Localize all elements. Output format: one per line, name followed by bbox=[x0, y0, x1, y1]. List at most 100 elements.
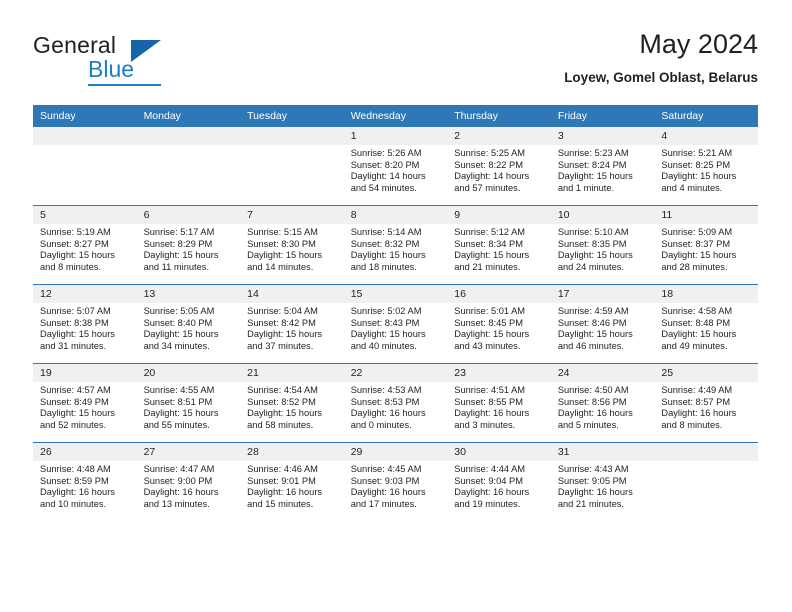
sunrise-text: Sunrise: 4:53 AM bbox=[350, 385, 422, 395]
sunset-text: Sunset: 8:32 PM bbox=[350, 238, 420, 249]
daylight-text-line1: Daylight: 16 hours bbox=[40, 487, 115, 498]
sunrise-text: Sunrise: 5:26 AM bbox=[350, 148, 422, 158]
calendar-day-cell[interactable]: 27 Sunrise: 4:47 AM Sunset: 9:00 PM Dayligh… bbox=[136, 442, 241, 521]
calendar-body: 1 Sunrise: 5:26 AM Sunset: 8:20 PM Daylight… bbox=[33, 127, 758, 521]
day-details: Sunrise: 4:59 AM Sunset: 8:46 PM Daylight:… bbox=[551, 303, 655, 352]
calendar-day-cell[interactable]: 31 Sunrise: 4:43 AM Sunset: 9:05 PM Dayligh… bbox=[550, 442, 655, 521]
calendar-day-cell[interactable]: 7 Sunrise: 5:15 AM Sunset: 8:30 PM Daylight… bbox=[240, 205, 344, 285]
day-details: Sunrise: 5:21 AM Sunset: 8:25 PM Daylight:… bbox=[654, 145, 758, 194]
sunrise-text: Sunrise: 4:58 AM bbox=[661, 306, 733, 316]
calendar-day-cell[interactable]: 30 Sunrise: 4:44 AM Sunset: 9:04 PM Dayligh… bbox=[447, 442, 551, 521]
calendar-day-cell[interactable]: 14 Sunrise: 5:04 AM Sunset: 8:42 PM Dayligh… bbox=[240, 284, 344, 364]
calendar-day-cell[interactable]: 13 Sunrise: 5:05 AM Sunset: 8:40 PM Dayligh… bbox=[136, 284, 241, 364]
calendar-day-cell[interactable]: 11 Sunrise: 5:09 AM Sunset: 8:37 PM Dayligh… bbox=[654, 205, 758, 285]
title-block: May 2024 Loyew, Gomel Oblast, Belarus bbox=[564, 28, 758, 86]
day-number: 18 bbox=[654, 285, 758, 303]
calendar-day-cell[interactable]: 18 Sunrise: 4:58 AM Sunset: 8:48 PM Dayligh… bbox=[654, 284, 758, 364]
daylight-text-line2: and 55 minutes. bbox=[143, 419, 210, 430]
daylight-text-line1: Daylight: 16 hours bbox=[454, 408, 530, 419]
calendar-week-row: 19 Sunrise: 4:57 AM Sunset: 8:49 PM Dayligh… bbox=[33, 363, 758, 443]
daylight-text-line1: Daylight: 15 hours bbox=[143, 408, 219, 419]
day-details: Sunrise: 4:53 AM Sunset: 8:53 PM Daylight:… bbox=[344, 382, 448, 431]
sunset-text: Sunset: 8:30 PM bbox=[247, 238, 316, 249]
day-number: 10 bbox=[550, 206, 655, 224]
daylight-text-line2: and 11 minutes. bbox=[143, 261, 210, 272]
day-details: Sunrise: 5:14 AM Sunset: 8:32 PM Daylight:… bbox=[344, 224, 448, 273]
calendar-day-cell[interactable]: 21 Sunrise: 4:54 AM Sunset: 8:52 PM Dayligh… bbox=[240, 363, 344, 443]
calendar-day-cell[interactable]: 2 Sunrise: 5:25 AM Sunset: 8:22 PM Daylight… bbox=[447, 127, 551, 206]
calendar-day-cell-empty bbox=[654, 442, 758, 521]
calendar-day-cell[interactable]: 24 Sunrise: 4:50 AM Sunset: 8:56 PM Dayligh… bbox=[550, 363, 655, 443]
sunset-text: Sunset: 9:03 PM bbox=[350, 475, 420, 486]
day-number: 8 bbox=[343, 206, 448, 224]
calendar-day-cell[interactable]: 22 Sunrise: 4:53 AM Sunset: 8:53 PM Dayligh… bbox=[343, 363, 448, 443]
calendar-week-row: 1 Sunrise: 5:26 AM Sunset: 8:20 PM Daylight… bbox=[33, 127, 758, 206]
sunset-text: Sunset: 8:52 PM bbox=[247, 396, 316, 407]
calendar-day-cell[interactable]: 19 Sunrise: 4:57 AM Sunset: 8:49 PM Dayligh… bbox=[33, 363, 137, 443]
sunset-text: Sunset: 8:43 PM bbox=[350, 317, 420, 328]
daylight-text-line2: and 0 minutes. bbox=[350, 419, 412, 430]
day-details: Sunrise: 4:46 AM Sunset: 9:01 PM Daylight:… bbox=[240, 461, 344, 510]
calendar-day-cell[interactable]: 26 Sunrise: 4:48 AM Sunset: 8:59 PM Dayligh… bbox=[33, 442, 137, 521]
calendar-day-cell[interactable]: 25 Sunrise: 4:49 AM Sunset: 8:57 PM Dayligh… bbox=[654, 363, 758, 443]
daylight-text-line2: and 34 minutes. bbox=[143, 340, 210, 351]
calendar-week-row: 5 Sunrise: 5:19 AM Sunset: 8:27 PM Daylight… bbox=[33, 205, 758, 285]
calendar-page: General Blue May 2024 Loyew, Gomel Oblas… bbox=[0, 0, 792, 612]
day-number: 1 bbox=[343, 127, 448, 145]
daylight-text-line1: Daylight: 14 hours bbox=[454, 171, 530, 182]
sunrise-text: Sunrise: 4:55 AM bbox=[143, 385, 215, 395]
calendar-day-cell[interactable]: 10 Sunrise: 5:10 AM Sunset: 8:35 PM Dayligh… bbox=[550, 205, 655, 285]
sunset-text: Sunset: 8:51 PM bbox=[143, 396, 213, 407]
daylight-text-line1: Daylight: 15 hours bbox=[454, 329, 530, 340]
sunrise-text: Sunrise: 4:51 AM bbox=[454, 385, 526, 395]
calendar-day-cell[interactable]: 6 Sunrise: 5:17 AM Sunset: 8:29 PM Daylight… bbox=[136, 205, 241, 285]
day-number bbox=[240, 127, 344, 145]
daylight-text-line2: and 21 minutes. bbox=[454, 261, 521, 272]
brand-underline bbox=[88, 84, 161, 86]
day-number: 13 bbox=[136, 285, 241, 303]
daylight-text-line2: and 21 minutes. bbox=[557, 498, 624, 509]
calendar-day-cell[interactable]: 12 Sunrise: 5:07 AM Sunset: 8:38 PM Dayligh… bbox=[33, 284, 137, 364]
sunset-text: Sunset: 8:29 PM bbox=[143, 238, 213, 249]
day-details: Sunrise: 4:54 AM Sunset: 8:52 PM Daylight:… bbox=[240, 382, 344, 431]
page-header: General Blue May 2024 Loyew, Gomel Oblas… bbox=[33, 28, 758, 98]
calendar-day-cell[interactable]: 20 Sunrise: 4:55 AM Sunset: 8:51 PM Dayligh… bbox=[136, 363, 241, 443]
day-number: 7 bbox=[240, 206, 344, 224]
day-number: 9 bbox=[447, 206, 551, 224]
calendar-day-cell[interactable]: 8 Sunrise: 5:14 AM Sunset: 8:32 PM Daylight… bbox=[343, 205, 448, 285]
day-details: Sunrise: 5:04 AM Sunset: 8:42 PM Daylight:… bbox=[240, 303, 344, 352]
calendar-day-cell[interactable]: 5 Sunrise: 5:19 AM Sunset: 8:27 PM Daylight… bbox=[33, 205, 137, 285]
sunrise-text: Sunrise: 4:59 AM bbox=[557, 306, 629, 316]
daylight-text-line2: and 15 minutes. bbox=[247, 498, 314, 509]
calendar-day-cell[interactable]: 3 Sunrise: 5:23 AM Sunset: 8:24 PM Daylight… bbox=[550, 127, 655, 206]
calendar-day-cell[interactable]: 17 Sunrise: 4:59 AM Sunset: 8:46 PM Dayligh… bbox=[550, 284, 655, 364]
calendar-day-cell[interactable]: 1 Sunrise: 5:26 AM Sunset: 8:20 PM Daylight… bbox=[343, 127, 448, 206]
calendar-day-cell[interactable]: 28 Sunrise: 4:46 AM Sunset: 9:01 PM Dayligh… bbox=[240, 442, 344, 521]
day-details: Sunrise: 4:48 AM Sunset: 8:59 PM Daylight:… bbox=[33, 461, 137, 510]
calendar-day-cell[interactable]: 16 Sunrise: 5:01 AM Sunset: 8:45 PM Dayligh… bbox=[447, 284, 551, 364]
day-details: Sunrise: 5:01 AM Sunset: 8:45 PM Daylight:… bbox=[447, 303, 551, 352]
day-details: Sunrise: 5:02 AM Sunset: 8:43 PM Daylight:… bbox=[344, 303, 448, 352]
calendar-day-cell[interactable]: 4 Sunrise: 5:21 AM Sunset: 8:25 PM Daylight… bbox=[654, 127, 758, 206]
day-details: Sunrise: 5:12 AM Sunset: 8:34 PM Daylight:… bbox=[447, 224, 551, 273]
weekday-header-friday: Friday bbox=[550, 105, 655, 127]
sunset-text: Sunset: 9:04 PM bbox=[454, 475, 523, 486]
daylight-text-line2: and 1 minute. bbox=[557, 182, 615, 193]
sunrise-text: Sunrise: 4:48 AM bbox=[40, 464, 111, 474]
day-details: Sunrise: 4:57 AM Sunset: 8:49 PM Daylight:… bbox=[33, 382, 137, 431]
calendar-day-cell[interactable]: 9 Sunrise: 5:12 AM Sunset: 8:34 PM Daylight… bbox=[447, 205, 551, 285]
calendar-day-cell[interactable]: 23 Sunrise: 4:51 AM Sunset: 8:55 PM Dayligh… bbox=[447, 363, 551, 443]
day-number bbox=[654, 443, 758, 461]
calendar-day-cell[interactable]: 29 Sunrise: 4:45 AM Sunset: 9:03 PM Dayligh… bbox=[343, 442, 448, 521]
weekday-header-thursday: Thursday bbox=[447, 105, 551, 127]
day-number: 20 bbox=[136, 364, 241, 382]
calendar-day-cell-empty bbox=[240, 127, 344, 206]
day-number: 30 bbox=[447, 443, 551, 461]
daylight-text-line2: and 58 minutes. bbox=[247, 419, 314, 430]
brand-logo[interactable]: General Blue bbox=[33, 32, 213, 90]
daylight-text-line1: Daylight: 15 hours bbox=[247, 329, 323, 340]
sunset-text: Sunset: 8:38 PM bbox=[40, 317, 109, 328]
daylight-text-line2: and 52 minutes. bbox=[40, 419, 107, 430]
calendar-day-cell[interactable]: 15 Sunrise: 5:02 AM Sunset: 8:43 PM Dayligh… bbox=[343, 284, 448, 364]
day-details: Sunrise: 5:05 AM Sunset: 8:40 PM Daylight:… bbox=[137, 303, 241, 352]
